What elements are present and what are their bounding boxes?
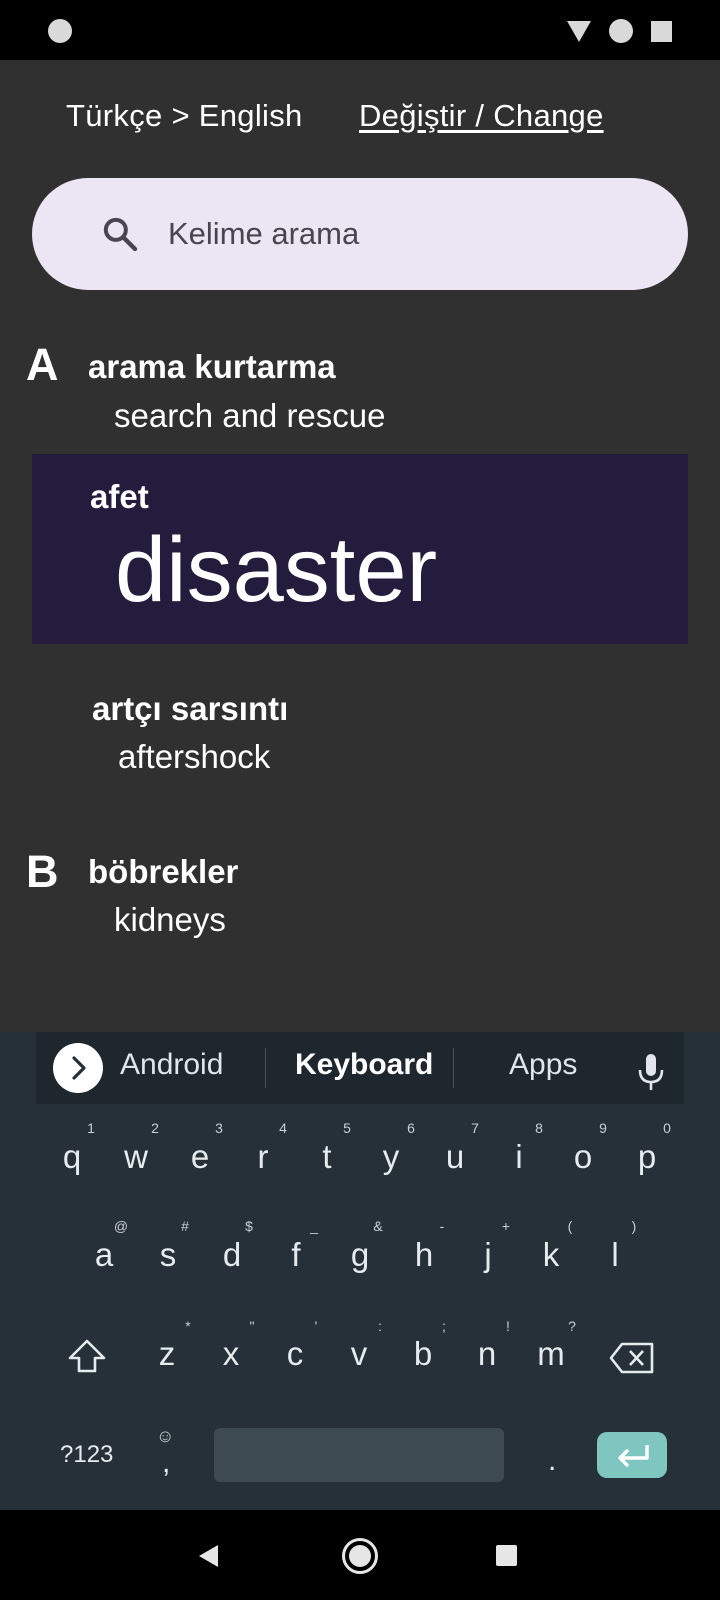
key-hint: $ xyxy=(245,1218,253,1234)
key-o[interactable]: o xyxy=(563,1138,603,1176)
key-hint: 4 xyxy=(279,1120,287,1136)
key-hint: ' xyxy=(314,1318,318,1334)
entry-term[interactable]: artçı sarsıntı xyxy=(92,690,288,728)
emoji-hint: ☺ xyxy=(156,1426,175,1446)
key-hint: 1 xyxy=(87,1120,95,1136)
wifi-icon xyxy=(567,21,591,42)
key-hint: 0 xyxy=(663,1120,671,1136)
battery-icon xyxy=(651,21,672,42)
back-icon[interactable] xyxy=(196,1542,222,1570)
key-w[interactable]: w xyxy=(116,1138,156,1176)
key-c[interactable]: c xyxy=(275,1335,315,1373)
suggestion-divider xyxy=(265,1048,266,1088)
key-hint: ? xyxy=(568,1318,576,1334)
signal-icon xyxy=(609,19,633,43)
notification-dot-icon xyxy=(48,19,72,43)
return-arrow-icon xyxy=(618,1445,649,1467)
suggestion-android[interactable]: Android xyxy=(120,1048,223,1082)
microphone-icon[interactable] xyxy=(634,1052,668,1092)
key-x[interactable]: x xyxy=(211,1335,251,1373)
key-hint: " xyxy=(249,1318,255,1334)
key-d[interactable]: d xyxy=(212,1236,252,1274)
key-hint: + xyxy=(501,1218,511,1234)
key-e[interactable]: e xyxy=(180,1138,220,1176)
key-l[interactable]: l xyxy=(595,1236,635,1274)
entry-term[interactable]: arama kurtarma xyxy=(88,348,336,386)
key-q[interactable]: q xyxy=(52,1138,92,1176)
key-hint: ) xyxy=(631,1218,637,1234)
recents-icon[interactable] xyxy=(496,1545,517,1566)
key-hint: ! xyxy=(506,1318,510,1334)
entry-translation-highlighted: disaster xyxy=(115,519,438,621)
key-hint: 3 xyxy=(215,1120,223,1136)
key-hint: # xyxy=(181,1218,189,1234)
entry-term[interactable]: böbrekler xyxy=(88,853,238,891)
backspace-key[interactable] xyxy=(608,1341,656,1375)
key-hint: 2 xyxy=(151,1120,159,1136)
key-i[interactable]: i xyxy=(499,1138,539,1176)
entry-term-highlighted: afet xyxy=(90,478,149,515)
key-hint: : xyxy=(378,1318,382,1334)
key-n[interactable]: n xyxy=(467,1335,507,1373)
suggestion-apps[interactable]: Apps xyxy=(509,1048,577,1082)
key-u[interactable]: u xyxy=(435,1138,475,1176)
space-key[interactable] xyxy=(214,1428,504,1482)
key-hint: 8 xyxy=(535,1120,543,1136)
symbols-key[interactable]: ?123 xyxy=(60,1441,113,1469)
home-icon[interactable] xyxy=(340,1536,380,1576)
key-r[interactable]: r xyxy=(243,1138,283,1176)
key-hint: - xyxy=(439,1218,445,1234)
enter-key[interactable] xyxy=(597,1432,667,1478)
entry-translation[interactable]: aftershock xyxy=(118,738,270,776)
key-f[interactable]: f xyxy=(276,1236,316,1274)
key-s[interactable]: s xyxy=(148,1236,188,1274)
key-hint: 9 xyxy=(599,1120,607,1136)
chevron-right-icon xyxy=(72,1056,86,1080)
suggestion-divider xyxy=(453,1048,454,1088)
key-hint: ; xyxy=(442,1318,446,1334)
search-input[interactable] xyxy=(136,178,656,290)
search-icon xyxy=(103,217,138,252)
key-hint: 6 xyxy=(407,1120,415,1136)
key-p[interactable]: p xyxy=(627,1138,667,1176)
key-hint: _ xyxy=(310,1218,318,1234)
change-language-link[interactable]: Değiştir / Change xyxy=(359,98,604,134)
period-key[interactable]: . xyxy=(548,1444,556,1478)
key-hint: 7 xyxy=(471,1120,479,1136)
key-hint: 5 xyxy=(343,1120,351,1136)
key-v[interactable]: v xyxy=(339,1335,379,1373)
section-letter-b: B xyxy=(26,846,59,897)
key-hint: @ xyxy=(113,1218,129,1234)
key-hint: & xyxy=(373,1218,383,1234)
key-j[interactable]: j xyxy=(468,1236,508,1274)
key-t[interactable]: t xyxy=(307,1138,347,1176)
key-m[interactable]: m xyxy=(531,1335,571,1373)
key-hint: ( xyxy=(567,1218,573,1234)
key-g[interactable]: g xyxy=(340,1236,380,1274)
shift-key[interactable] xyxy=(66,1337,108,1377)
comma-key[interactable]: , xyxy=(162,1446,170,1480)
key-k[interactable]: k xyxy=(531,1236,571,1274)
key-b[interactable]: b xyxy=(403,1335,443,1373)
key-z[interactable]: z xyxy=(147,1335,187,1373)
key-a[interactable]: a xyxy=(84,1236,124,1274)
key-h[interactable]: h xyxy=(404,1236,444,1274)
expand-suggestions-button[interactable] xyxy=(53,1043,103,1093)
entry-translation[interactable]: kidneys xyxy=(114,901,226,939)
section-letter-a: A xyxy=(26,339,59,390)
language-pair-label: Türkçe > English xyxy=(66,98,303,133)
suggestion-keyboard[interactable]: Keyboard xyxy=(295,1048,433,1082)
search-bar[interactable] xyxy=(32,178,688,290)
entry-translation[interactable]: search and rescue xyxy=(114,397,386,435)
key-hint: * xyxy=(185,1318,191,1334)
key-y[interactable]: y xyxy=(371,1138,411,1176)
